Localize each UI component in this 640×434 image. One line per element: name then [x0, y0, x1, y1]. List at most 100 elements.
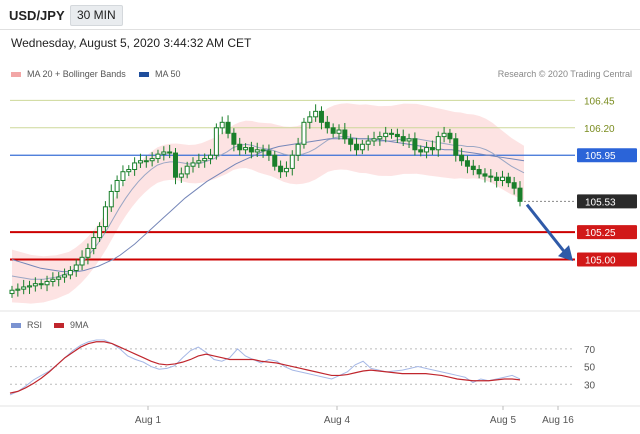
candle-body	[243, 147, 249, 151]
candle-body	[412, 138, 418, 151]
candle-body	[459, 154, 465, 162]
candle-body	[482, 173, 488, 177]
candle-body	[237, 143, 243, 151]
candle-body	[371, 138, 377, 142]
candle-body	[56, 276, 62, 280]
candle-body	[365, 140, 371, 145]
rsi-line	[9, 339, 521, 396]
candle-body	[499, 176, 505, 181]
candle-body	[301, 121, 307, 145]
candle-body	[248, 147, 254, 153]
candle-body	[318, 110, 324, 123]
candle-body	[429, 147, 435, 151]
candle-body	[424, 147, 430, 153]
chart-canvas: 106.45 106.20 105.95 105.53 105.25 105.00 70 50…	[0, 96, 640, 426]
candle-body	[132, 162, 138, 171]
candle-body	[9, 289, 15, 295]
candle-body	[272, 154, 278, 167]
candle-body	[435, 136, 441, 151]
x-tick-label: Aug 1	[135, 415, 162, 426]
support-label: 105.25	[585, 228, 616, 239]
candle-body	[517, 187, 523, 202]
candle-body	[44, 280, 50, 286]
resistance-label: 106.20	[584, 124, 615, 135]
candle-body	[389, 132, 395, 135]
candle-body	[38, 283, 44, 286]
resistance-label: 106.45	[584, 96, 615, 107]
candle-body	[394, 133, 400, 138]
rsi-tick-label: 30	[584, 380, 596, 391]
candle-body	[494, 176, 500, 181]
candle-body	[254, 149, 260, 153]
candle-body	[21, 286, 27, 290]
bollinger-band	[12, 103, 524, 304]
candle-body	[108, 190, 114, 208]
candle-body	[50, 278, 56, 282]
candle-body	[231, 132, 237, 145]
candle-body	[155, 153, 161, 160]
candle-body	[114, 179, 120, 192]
candle-body	[15, 288, 21, 291]
candle-body	[178, 173, 184, 178]
candle-body	[470, 165, 476, 171]
candle-body	[324, 121, 330, 129]
candle-body	[213, 127, 219, 156]
candle-body	[143, 160, 149, 163]
candle-body	[167, 151, 173, 154]
candle-body	[441, 132, 447, 138]
candle-body	[336, 129, 342, 134]
candle-body	[359, 143, 365, 151]
candle-body	[85, 248, 91, 258]
candle-body	[225, 121, 231, 134]
candle-body	[278, 165, 284, 173]
candle-body	[342, 129, 348, 140]
candle-body	[172, 152, 178, 178]
candle-body	[511, 182, 517, 189]
candle-body	[126, 169, 132, 173]
candle-body	[377, 136, 383, 140]
candle-body	[295, 143, 301, 156]
candle-body	[79, 256, 85, 266]
candle-body	[406, 138, 412, 142]
rsi-tick-label: 70	[584, 345, 596, 356]
candle-body	[289, 154, 295, 169]
candle-body	[464, 160, 470, 167]
forecast-arrow-line	[525, 203, 569, 257]
x-tick-label: Aug 5	[490, 415, 517, 426]
support-label: 105.00	[585, 256, 616, 267]
candle-body	[161, 151, 167, 155]
candle-body	[97, 226, 103, 239]
candle-body	[202, 158, 208, 162]
candle-body	[91, 237, 97, 250]
x-tick-label: Aug 4	[324, 415, 351, 426]
candle-body	[447, 132, 453, 140]
candle-body	[120, 171, 126, 181]
candle-body	[102, 206, 108, 228]
candle-body	[260, 149, 266, 152]
candle-body	[149, 158, 155, 162]
candle-body	[383, 132, 389, 138]
candle-body	[476, 169, 482, 175]
candle-body	[307, 116, 313, 123]
last-price-label: 105.53	[585, 197, 616, 208]
candle-body	[208, 154, 214, 160]
candle-body	[32, 283, 38, 287]
candle-body	[283, 167, 289, 173]
candle-body	[418, 149, 424, 153]
candle-body	[354, 143, 360, 151]
candle-body	[196, 160, 202, 164]
rsi-ma-line	[9, 341, 521, 394]
candle-body	[453, 138, 459, 156]
candle-body	[266, 150, 272, 156]
candle-body	[62, 274, 68, 278]
candle-body	[190, 162, 196, 167]
rsi-tick-label: 50	[584, 363, 596, 374]
candle-body	[67, 269, 73, 276]
candle-body	[348, 138, 354, 145]
candle-body	[73, 264, 79, 271]
candle-body	[400, 136, 406, 142]
pivot-label: 105.95	[585, 151, 616, 162]
candle-body	[505, 176, 511, 184]
candle-body	[137, 160, 143, 164]
candle-body	[219, 121, 225, 129]
